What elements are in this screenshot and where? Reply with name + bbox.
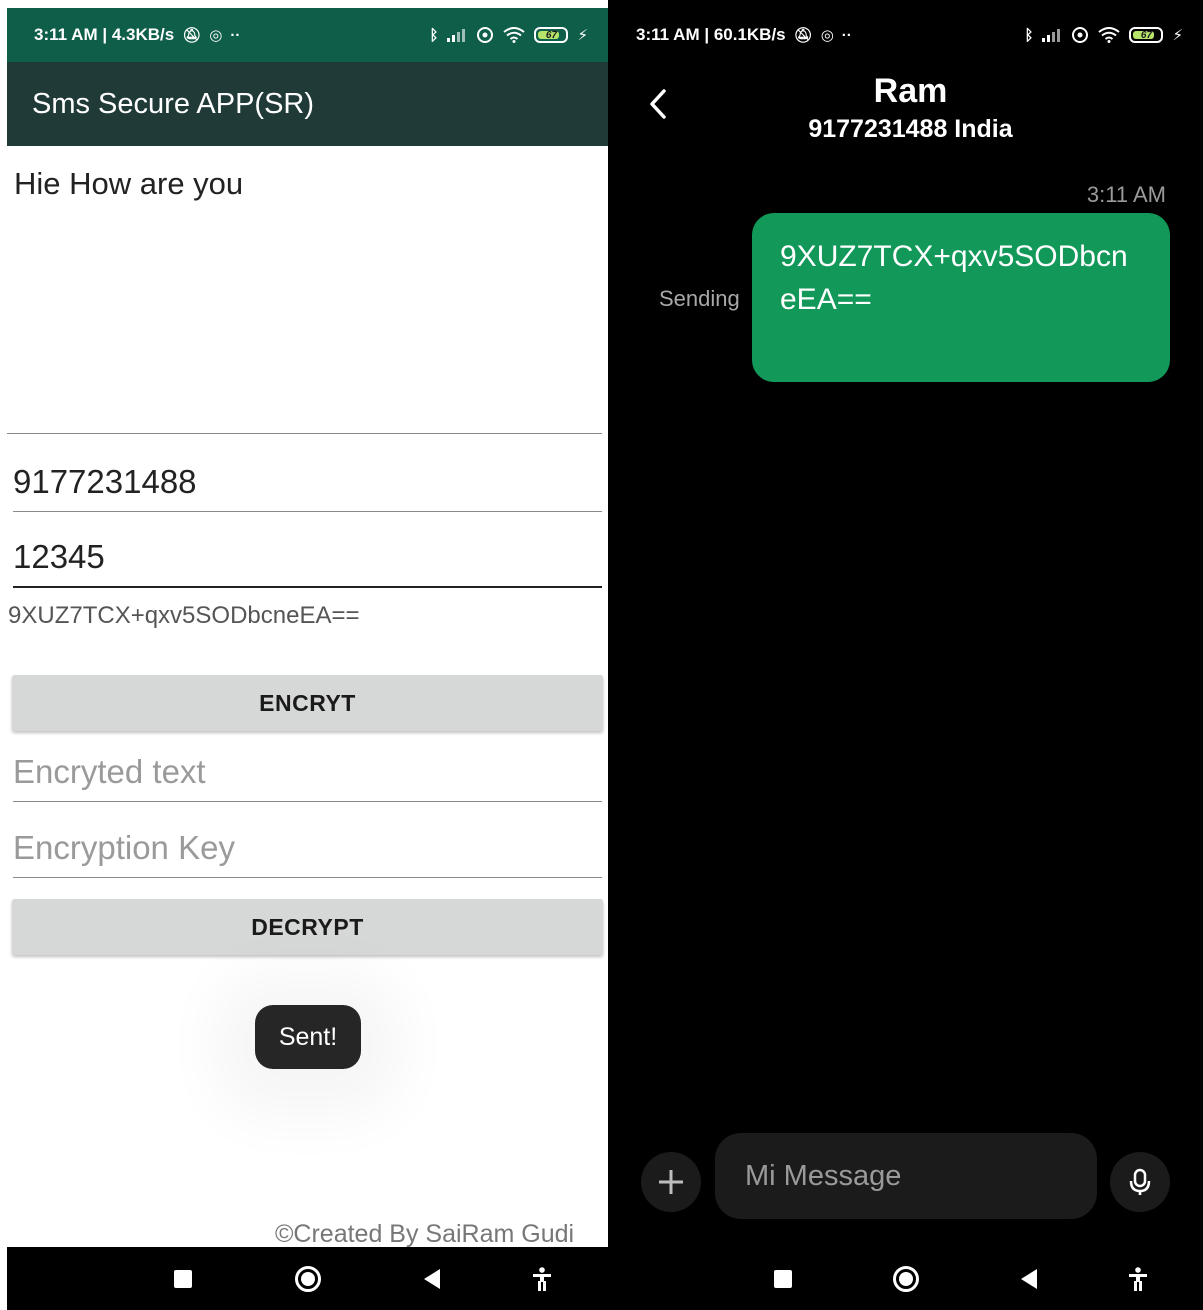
status-time: 3:11 AM | 60.1KB/s	[636, 25, 786, 44]
contact-name: Ram	[873, 72, 948, 110]
decrypt-button[interactable]: DECRYPT	[12, 899, 603, 955]
back-icon[interactable]	[424, 1268, 440, 1289]
cipher-text-output: 9XUZ7TCX+qxv5SODbcneEA==	[8, 602, 360, 629]
navigation-bar	[608, 1247, 1203, 1310]
compose-placeholder: Mi Message	[745, 1159, 902, 1192]
sync-icon: ◎	[820, 26, 834, 44]
key-field[interactable]: 12345	[13, 532, 602, 588]
accessibility-icon[interactable]	[1128, 1266, 1148, 1291]
navigation-bar	[7, 1247, 608, 1310]
plus-icon	[659, 1170, 683, 1194]
microphone-icon	[1129, 1168, 1151, 1195]
more-icon: ··	[230, 26, 241, 44]
back-icon[interactable]	[1021, 1268, 1037, 1289]
right-phone-screen: 3:11 AM | 60.1KB/s 🔕︎ ◎ ·· ᛒ 67 ⚡︎ Ram 9…	[608, 0, 1203, 1310]
signal-icon	[447, 29, 466, 42]
wifi-icon	[1098, 27, 1121, 43]
recents-icon[interactable]	[774, 1269, 792, 1288]
left-phone-screen: 3:11 AM | 4.3KB/s 🔕︎ ◎ ·· ᛒ 67 ⚡︎ Sms Se…	[0, 0, 608, 1310]
recents-icon[interactable]	[174, 1269, 192, 1288]
message-input-value: Hie How are you	[14, 166, 244, 201]
message-input[interactable]: Hie How are you	[7, 146, 602, 434]
battery-icon: 67	[1129, 27, 1164, 43]
phone-number-value: 9177231488	[13, 463, 197, 500]
phone-number-field[interactable]: 9177231488	[13, 456, 602, 512]
mute-icon: 🔕︎	[182, 26, 202, 44]
status-bar: 3:11 AM | 4.3KB/s 🔕︎ ◎ ·· ᛒ 67 ⚡︎	[7, 8, 608, 62]
message-timestamp: 3:11 AM	[1086, 182, 1166, 207]
compose-input[interactable]: Mi Message	[715, 1133, 1097, 1219]
status-bar: 3:11 AM | 60.1KB/s 🔕︎ ◎ ·· ᛒ 67 ⚡︎	[608, 8, 1203, 62]
charging-icon: ⚡︎	[577, 26, 588, 44]
hotspot-icon	[477, 27, 494, 43]
message-bubble[interactable]: 9XUZ7TCX+qxv5SODbcneEA==	[752, 213, 1170, 382]
bluetooth-icon: ᛒ	[1024, 26, 1034, 44]
charging-icon: ⚡︎	[1172, 26, 1183, 44]
contact-detail: 9177231488 India	[808, 115, 1013, 143]
more-icon: ··	[841, 26, 852, 44]
encrypted-text-placeholder: Encryted text	[13, 753, 206, 790]
encryption-key-field[interactable]: Encryption Key	[13, 822, 602, 878]
signal-icon	[1042, 29, 1061, 42]
add-attachment-button[interactable]	[641, 1152, 701, 1212]
hotspot-icon	[1072, 27, 1089, 43]
voice-input-button[interactable]	[1110, 1152, 1170, 1212]
wifi-icon	[503, 27, 526, 43]
battery-icon: 67	[534, 27, 569, 43]
home-icon[interactable]	[295, 1265, 321, 1292]
accessibility-icon[interactable]	[532, 1266, 552, 1291]
key-value: 12345	[13, 538, 105, 575]
mute-icon: 🔕︎	[793, 26, 813, 44]
status-time: 3:11 AM | 4.3KB/s	[34, 25, 175, 44]
app-bar: Sms Secure APP(SR)	[7, 62, 608, 146]
credit-text: ©Created By SaiRam Gudi	[275, 1220, 575, 1248]
sync-icon: ◎	[209, 26, 223, 44]
app-title: Sms Secure APP(SR)	[32, 87, 315, 120]
home-icon[interactable]	[893, 1265, 919, 1292]
sent-toast: Sent!	[255, 1005, 361, 1069]
encrypted-text-field[interactable]: Encryted text	[13, 746, 602, 802]
encryption-key-placeholder: Encryption Key	[13, 829, 235, 866]
bluetooth-icon: ᛒ	[429, 26, 439, 44]
encrypt-button[interactable]: ENCRYT	[12, 675, 603, 731]
sending-status: Sending	[659, 286, 740, 311]
